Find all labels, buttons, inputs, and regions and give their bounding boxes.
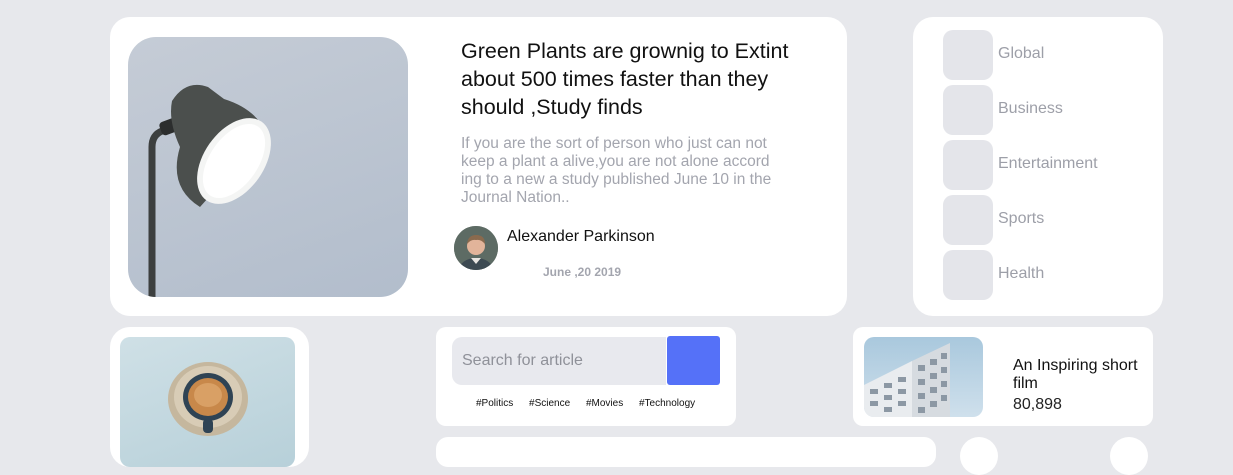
tag-technology[interactable]: #Technology [639, 398, 695, 409]
person-avatar-icon [454, 226, 498, 270]
tag-movies[interactable]: #Movies [586, 398, 623, 409]
tag-list: #Politics #Science #Movies #Technology [476, 398, 708, 409]
category-thumb [943, 85, 993, 135]
tag-politics[interactable]: #Politics [476, 398, 513, 409]
desk-lamp-icon [148, 84, 271, 297]
category-global[interactable]: Global [943, 30, 1153, 80]
search-button[interactable] [667, 336, 720, 385]
coffee-image[interactable] [120, 337, 295, 467]
category-thumb [943, 250, 993, 300]
category-label: Health [998, 265, 1045, 282]
search-input[interactable] [452, 337, 666, 385]
category-label: Sports [998, 210, 1045, 227]
author-avatar[interactable] [454, 226, 498, 270]
building-icon [864, 343, 950, 417]
category-health[interactable]: Health [943, 250, 1153, 300]
category-label: Entertainment [998, 155, 1098, 172]
category-sports[interactable]: Sports [943, 195, 1153, 245]
video-card[interactable]: An Inspiring short film 80,898 [853, 327, 1153, 426]
video-thumbnail[interactable] [864, 337, 983, 417]
category-thumb [943, 140, 993, 190]
video-title[interactable]: An Inspiring short film [1013, 357, 1148, 393]
author-name[interactable]: Alexander Parkinson [507, 228, 655, 246]
category-thumb [943, 30, 993, 80]
featured-title[interactable]: Green Plants are grownig to Extint about… [461, 37, 801, 121]
featured-image[interactable] [128, 37, 408, 297]
lower-card [436, 437, 936, 467]
categories-panel: Global Business Entertainment Sports Hea… [913, 17, 1163, 316]
featured-article-card[interactable]: Green Plants are grownig to Extint about… [110, 17, 847, 316]
category-business[interactable]: Business [943, 85, 1153, 135]
coffee-cup-icon [168, 362, 248, 436]
tag-science[interactable]: #Science [529, 398, 570, 409]
category-entertainment[interactable]: Entertainment [943, 140, 1153, 190]
search-card: #Politics #Science #Movies #Technology [436, 327, 736, 426]
post-date: June ,20 2019 [543, 265, 622, 279]
coffee-article-card[interactable] [110, 327, 309, 467]
featured-excerpt: If you are the sort of person who just c… [461, 135, 772, 206]
view-count: 80,898 [1013, 396, 1062, 413]
category-thumb [943, 195, 993, 245]
category-label: Business [998, 100, 1063, 117]
category-label: Global [998, 45, 1045, 62]
